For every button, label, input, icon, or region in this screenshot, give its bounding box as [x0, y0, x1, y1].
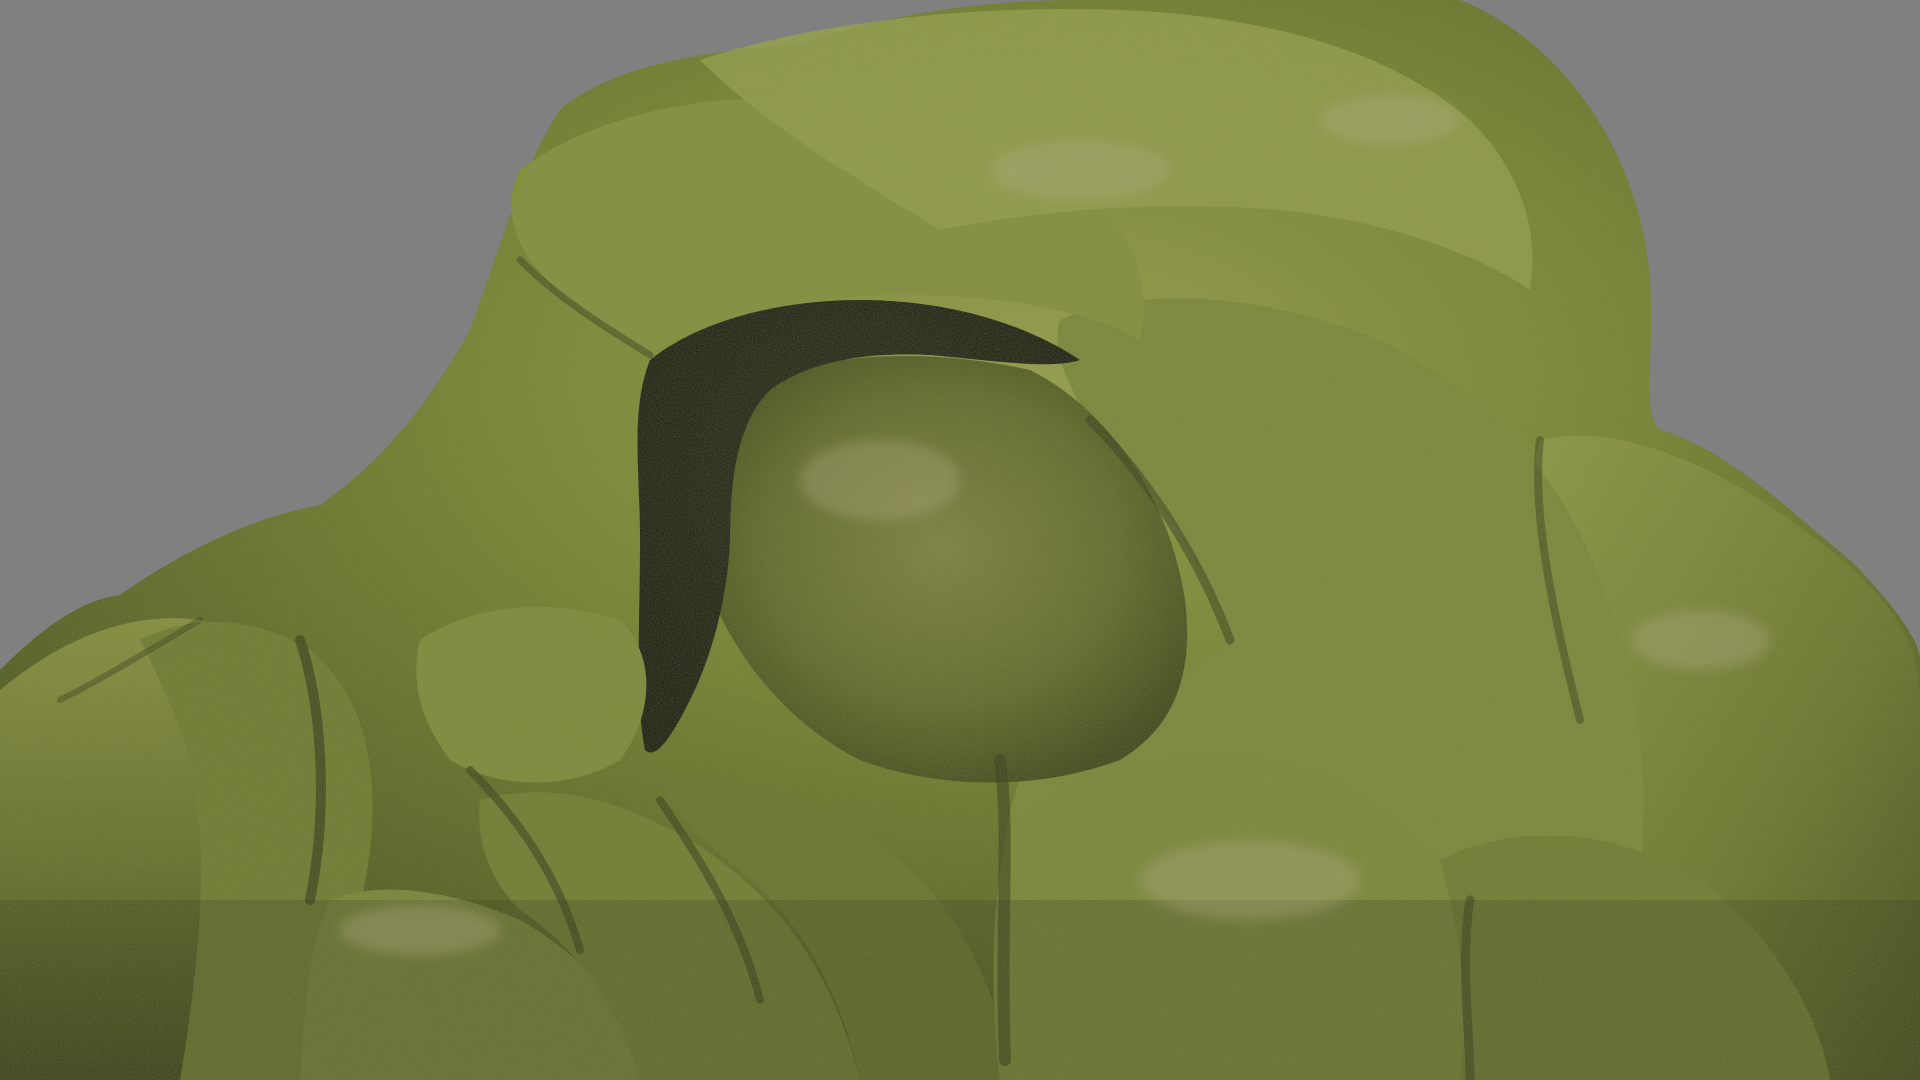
mossy-rock-render [0, 0, 1920, 1080]
3d-viewport[interactable] [0, 0, 1920, 1080]
moss-texture [0, 0, 1920, 1080]
